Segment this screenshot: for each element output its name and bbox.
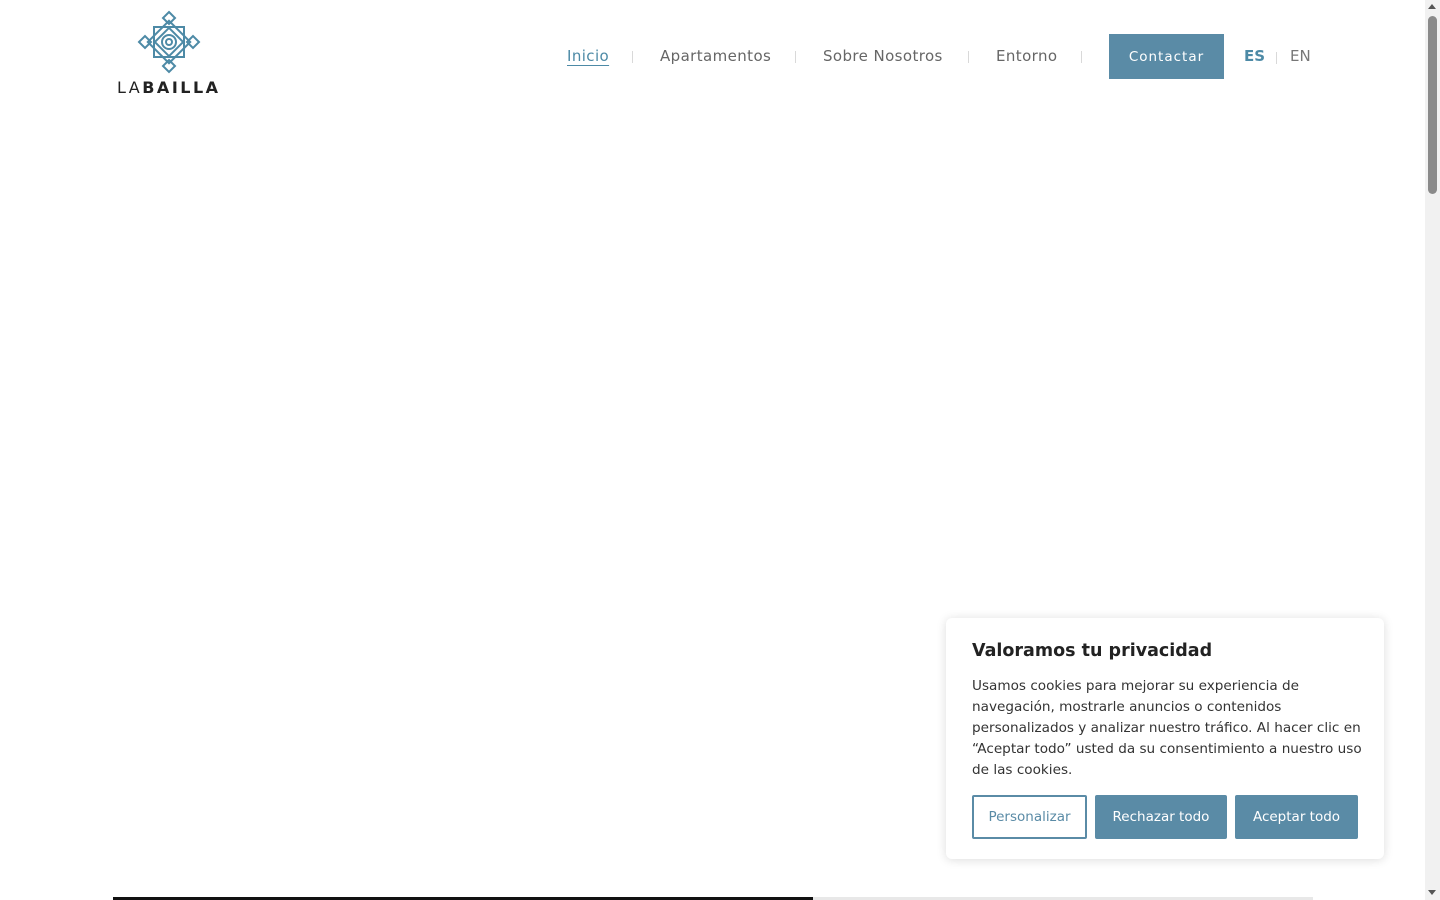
customize-cookies-button[interactable]: Personalizar xyxy=(972,795,1087,839)
language-en[interactable]: EN xyxy=(1290,47,1311,65)
contact-button[interactable]: Contactar xyxy=(1109,34,1224,79)
language-es[interactable]: ES xyxy=(1244,47,1265,65)
cookie-banner-title: Valoramos tu privacidad xyxy=(972,641,1213,661)
reject-all-button[interactable]: Rechazar todo xyxy=(1095,795,1227,839)
cookie-banner-text: Usamos cookies para mejorar su experienc… xyxy=(972,678,1362,778)
accept-all-button[interactable]: Aceptar todo xyxy=(1235,795,1358,839)
site-header: LABAILLA Inicio Apartamentos Sobre Nosot… xyxy=(0,0,1425,110)
scroll-down-arrow-icon[interactable] xyxy=(1428,890,1436,895)
nav-separator xyxy=(1081,51,1082,63)
nav-item-entorno[interactable]: Entorno xyxy=(996,47,1057,65)
nav-item-apartamentos[interactable]: Apartamentos xyxy=(660,47,771,65)
cookie-consent-banner: Valoramos tu privacidad Usamos cookies p… xyxy=(946,618,1384,859)
logo-wordmark: LABAILLA xyxy=(117,78,227,97)
nav-separator xyxy=(968,51,969,63)
scrollbar-thumb[interactable] xyxy=(1428,16,1437,194)
nav-item-sobre-nosotros[interactable]: Sobre Nosotros xyxy=(823,47,943,65)
page-scrollbar[interactable] xyxy=(1425,0,1440,900)
logo-wordmark-bold: BAILLA xyxy=(142,78,221,97)
nav-item-inicio[interactable]: Inicio xyxy=(567,47,609,65)
logo-wordmark-light: LA xyxy=(117,78,143,97)
language-separator xyxy=(1276,52,1277,64)
nav-separator xyxy=(795,51,796,63)
nav-separator xyxy=(632,51,633,63)
scroll-up-arrow-icon[interactable] xyxy=(1428,4,1436,9)
